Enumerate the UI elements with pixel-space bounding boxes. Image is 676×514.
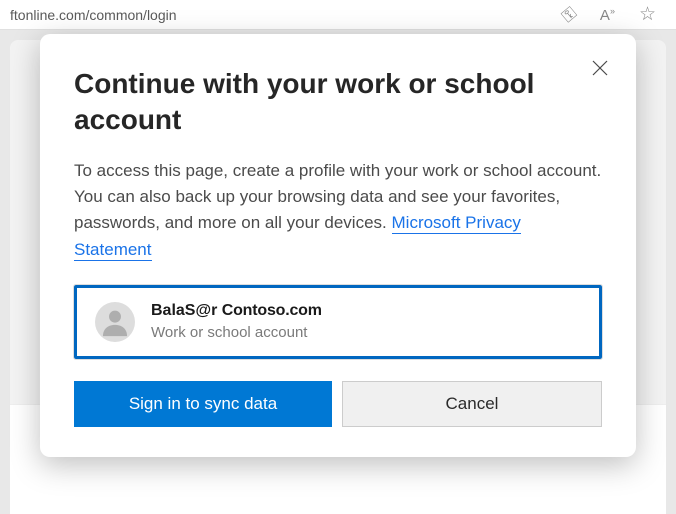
account-type: Work or school account: [151, 323, 322, 343]
account-email: BalaS@r Contoso.com: [151, 301, 322, 322]
text-size-icon[interactable]: A»: [600, 6, 615, 24]
close-button[interactable]: [586, 54, 614, 82]
button-row: Sign in to sync data Cancel: [74, 381, 602, 427]
url-text: ftonline.com/common/login: [10, 7, 177, 23]
cancel-button[interactable]: Cancel: [342, 381, 602, 427]
dialog-body-text: To access this page, create a profile wi…: [74, 161, 601, 233]
signin-dialog: Continue with your work or school accoun…: [40, 34, 636, 457]
person-icon: [98, 305, 132, 339]
dialog-title: Continue with your work or school accoun…: [74, 66, 602, 138]
signin-button[interactable]: Sign in to sync data: [74, 381, 332, 427]
close-icon: [591, 59, 609, 77]
key-icon[interactable]: ⚿: [558, 3, 581, 27]
address-bar: ftonline.com/common/login ⚿ A» ☆: [0, 0, 676, 30]
favorite-icon[interactable]: ☆: [639, 3, 656, 26]
account-info: BalaS@r Contoso.com Work or school accou…: [151, 301, 322, 342]
dialog-body: To access this page, create a profile wi…: [74, 158, 602, 263]
avatar: [95, 302, 135, 342]
account-card[interactable]: BalaS@r Contoso.com Work or school accou…: [74, 285, 602, 359]
toolbar-icons: ⚿ A» ☆: [563, 3, 656, 26]
email-domain: Contoso.com: [222, 302, 322, 319]
email-prefix: BalaS@r: [151, 302, 217, 319]
